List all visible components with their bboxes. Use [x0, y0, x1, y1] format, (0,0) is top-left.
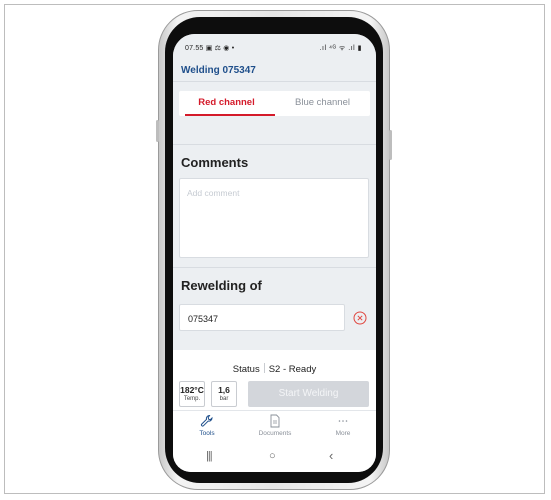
tab-blue-channel[interactable]: Blue channel [275, 91, 370, 116]
comment-placeholder: Add comment [187, 188, 240, 198]
section-divider [173, 267, 376, 268]
welding-control-panel: Status S2 - Ready 182°C Temp. 1,6 bar Sta… [173, 350, 376, 410]
status-bar: 07.55 ▣ ⚖ ◉ • .ıl ⁴ᴳ ᯤ .ıl ▮ [173, 34, 376, 58]
recents-button[interactable]: ||| [206, 450, 213, 462]
page-title: Welding 075347 [181, 65, 256, 76]
header-divider [173, 81, 376, 82]
clock-text: 07.55 [185, 45, 204, 52]
power-button [389, 130, 392, 160]
status-time: 07.55 ▣ ⚖ ◉ • [185, 44, 234, 52]
nav-more-label: More [335, 430, 351, 437]
nav-documents-label: Documents [258, 430, 292, 437]
wrench-icon [200, 415, 213, 427]
nav-documents[interactable]: Documents [245, 414, 305, 437]
nav-tools-label: Tools [199, 430, 215, 437]
rewelding-value: 075347 [188, 314, 219, 324]
bottom-navigation: Tools Documents More [173, 410, 376, 445]
temperature-label: Temp. [183, 396, 201, 402]
active-tab-indicator [185, 114, 275, 116]
status-separator [263, 363, 265, 373]
tab-red-channel-label: Red channel [198, 97, 255, 108]
pressure-readout: 1,6 bar [211, 381, 237, 407]
nav-tools[interactable]: Tools [177, 414, 237, 437]
document-icon [270, 414, 280, 428]
more-dots-icon [338, 420, 348, 422]
channel-tabs: Red channel Blue channel [179, 91, 370, 116]
app-screen: 07.55 ▣ ⚖ ◉ • .ıl ⁴ᴳ ᯤ .ıl ▮ Welding 075… [173, 34, 376, 472]
system-navigation-bar: ||| ○ ‹ [173, 444, 376, 472]
nav-more[interactable]: More [313, 414, 373, 437]
back-button[interactable]: ‹ [329, 448, 333, 463]
comments-heading: Comments [181, 155, 249, 170]
start-welding-button[interactable]: Start Welding [248, 381, 369, 407]
pressure-value: 1,6 [218, 385, 230, 395]
clear-circle-icon[interactable] [353, 311, 367, 325]
temperature-value: 182°C [180, 385, 204, 395]
temperature-readout: 182°C Temp. [179, 381, 205, 407]
pressure-label: bar [219, 396, 229, 402]
notification-icons: ▣ ⚖ ◉ • [205, 45, 235, 52]
home-button[interactable]: ○ [269, 450, 276, 462]
comment-input[interactable]: Add comment [179, 178, 369, 258]
rewelding-input[interactable]: 075347 [179, 304, 345, 331]
rewelding-heading: Rewelding of [181, 278, 262, 293]
status-line: Status S2 - Ready [173, 363, 376, 375]
signal-battery-icons: .ıl ⁴ᴳ ᯤ .ıl ▮ [319, 45, 362, 52]
tab-blue-channel-label: Blue channel [295, 97, 350, 108]
tab-red-channel[interactable]: Red channel [179, 91, 275, 116]
status-value: S2 - Ready [268, 364, 317, 375]
section-divider [173, 144, 376, 145]
volume-button [156, 120, 159, 142]
status-label: Status [232, 364, 260, 375]
app-header: Welding 075347 [173, 58, 376, 80]
